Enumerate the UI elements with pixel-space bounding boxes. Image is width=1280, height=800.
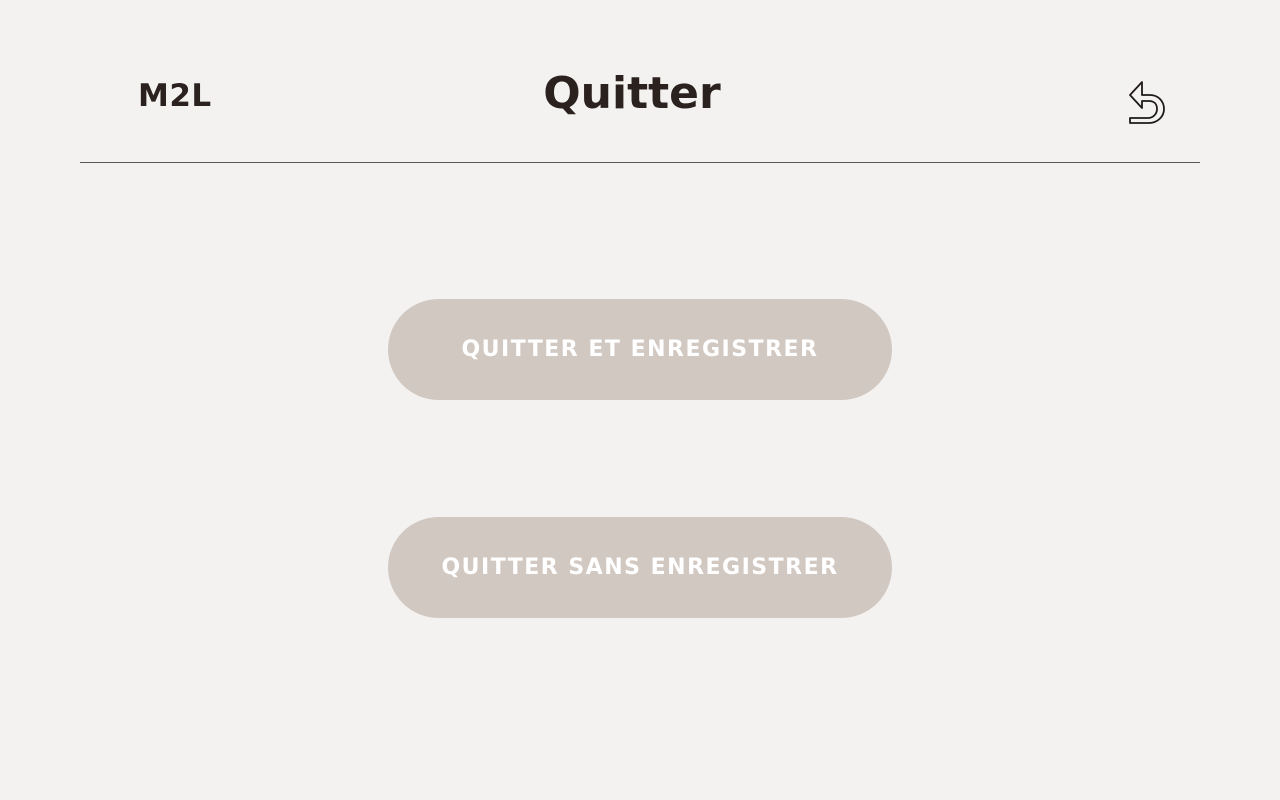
quit-and-save-button[interactable]: QUITTER ET ENREGISTRER <box>388 299 892 400</box>
back-button[interactable] <box>1120 78 1170 128</box>
quit-without-save-button[interactable]: QUITTER SANS ENREGISTRER <box>388 517 892 618</box>
header-divider <box>80 162 1200 163</box>
quit-and-save-label: QUITTER ET ENREGISTRER <box>461 337 819 362</box>
quit-without-save-label: QUITTER SANS ENREGISTRER <box>441 555 839 580</box>
page-title: Quitter <box>543 68 721 119</box>
quit-screen: M2L Quitter QUITTER ET ENREGISTRER QUITT… <box>0 0 1280 800</box>
back-arrow-icon <box>1124 78 1166 128</box>
